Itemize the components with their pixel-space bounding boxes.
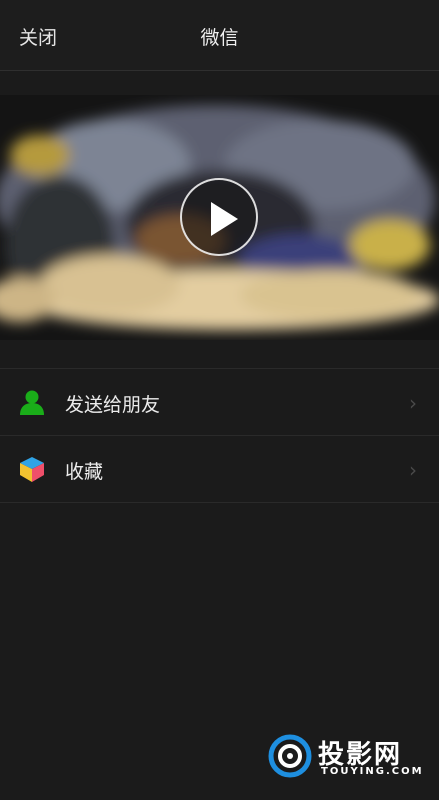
share-menu: 发送给朋友 › 收藏 › [0,368,439,503]
top-bar: 关闭 微信 [0,0,439,71]
cube-icon [20,457,44,482]
play-button[interactable] [180,178,258,256]
send-to-friend-item[interactable]: 发送给朋友 › [0,368,439,435]
favorite-item[interactable]: 收藏 › [0,435,439,503]
user-icon [20,390,44,415]
chevron-right-icon: › [409,391,417,415]
video-thumbnail[interactable] [0,95,439,340]
chevron-right-icon: › [409,458,417,482]
page-title: 微信 [200,27,239,49]
watermark: 投影网 TOUYING.COM [268,732,428,782]
favorite-label: 收藏 [65,461,104,483]
send-to-friend-label: 发送给朋友 [65,394,161,416]
watermark-subtext: TOUYING.COM [321,766,424,777]
watermark-logo-icon [268,734,312,778]
play-icon [211,202,238,236]
